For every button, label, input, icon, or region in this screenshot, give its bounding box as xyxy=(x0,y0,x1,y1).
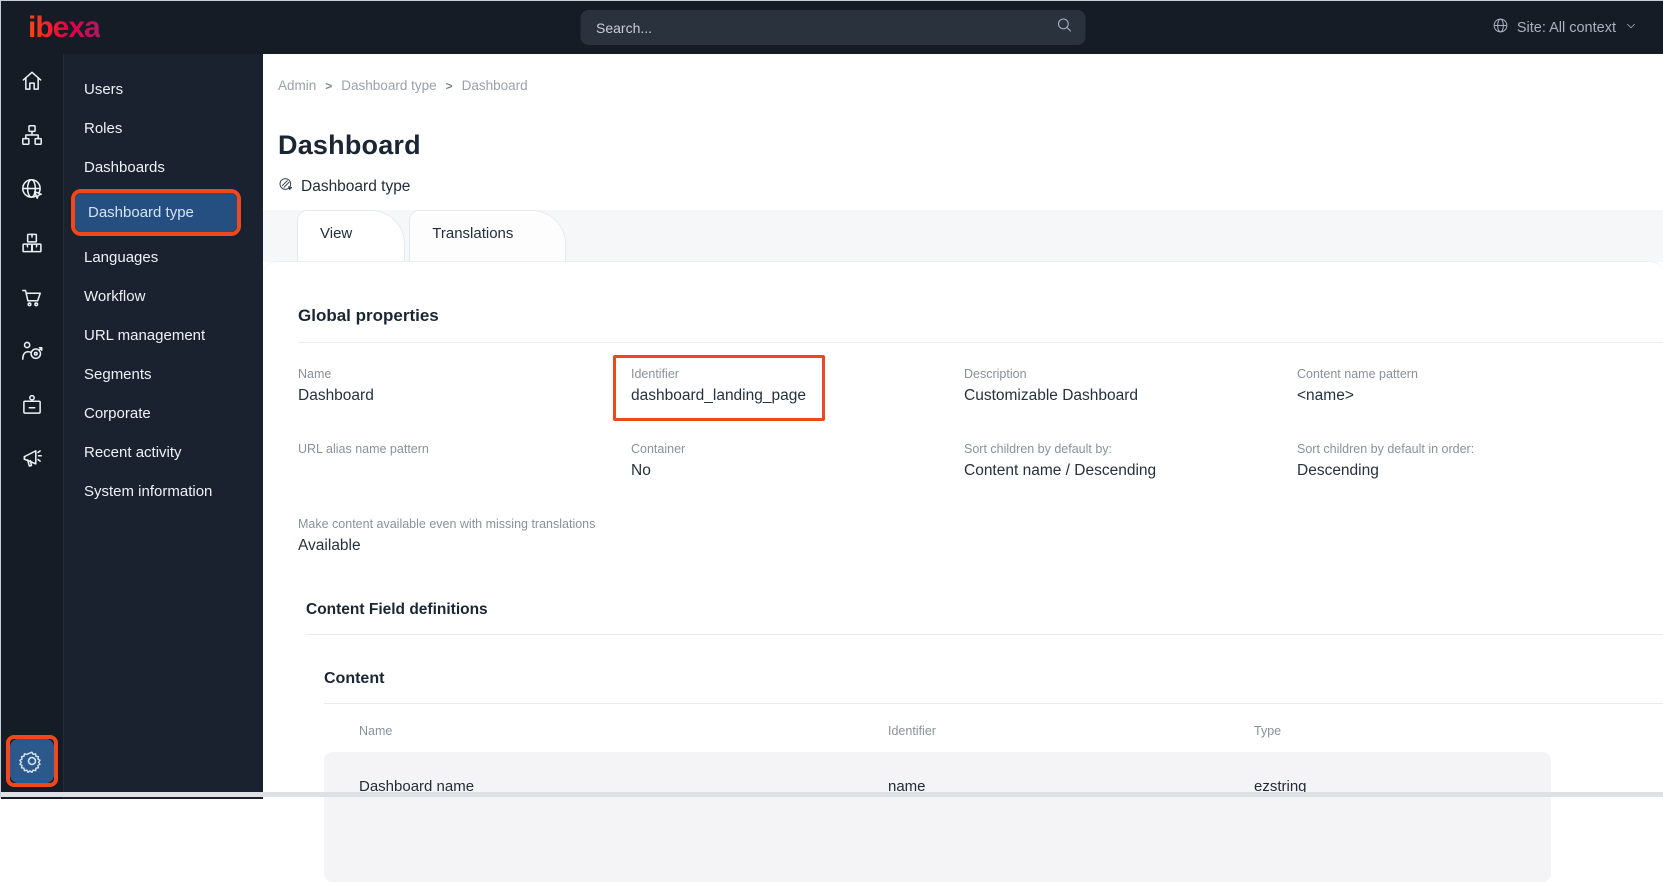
breadcrumb-dashboard: Dashboard xyxy=(461,78,528,93)
sidebar-item-workflow[interactable]: Workflow xyxy=(64,277,263,316)
section-divider xyxy=(298,342,1663,343)
field-container: Container No xyxy=(631,442,686,479)
sidebar-item-dashboard-type[interactable]: Dashboard type xyxy=(75,193,237,232)
sidebar-item-dashboards[interactable]: Dashboards xyxy=(64,148,263,187)
packages-icon xyxy=(19,230,45,256)
rail-item-activity[interactable] xyxy=(1,432,64,486)
sidebar-item-system-information[interactable]: System information xyxy=(64,472,263,511)
ibexa-logo[interactable]: ibexa xyxy=(28,12,101,43)
tab-view[interactable]: View xyxy=(297,210,406,262)
gear-icon xyxy=(19,748,45,774)
person-target-icon xyxy=(19,338,45,364)
breadcrumb: Admin > Dashboard type > Dashboard xyxy=(278,78,528,93)
column-header-name: Name xyxy=(359,724,393,738)
content-tree-icon xyxy=(19,122,45,148)
top-bar: ibexa Site: All context xyxy=(1,1,1663,54)
field-sort-children-by: Sort children by default by: Content nam… xyxy=(964,442,1157,479)
rail-item-commerce[interactable] xyxy=(1,270,64,324)
admin-sidebar: Users Roles Dashboards Dashboard type La… xyxy=(64,54,263,799)
field-sort-children-order: Sort children by default in order: Desce… xyxy=(1297,442,1475,479)
window-bottom-edge xyxy=(1,792,1663,797)
breadcrumb-separator: > xyxy=(445,78,453,93)
page-subtitle: Dashboard type xyxy=(278,176,410,197)
site-context-selector[interactable]: Site: All context xyxy=(1492,1,1638,54)
sidebar-item-languages[interactable]: Languages xyxy=(64,238,263,277)
breadcrumb-separator: > xyxy=(325,78,333,93)
tab-strip: View Translations xyxy=(263,210,1663,262)
main-icon-rail xyxy=(1,54,64,799)
tab-translations[interactable]: Translations xyxy=(409,210,567,262)
field-missing-translations: Make content available even with missing… xyxy=(298,517,596,554)
megaphone-icon xyxy=(19,446,45,472)
rail-item-personalization[interactable] xyxy=(1,324,64,378)
identifier-annotation: Identifier dashboard_landing_page xyxy=(613,355,825,421)
globe-icon xyxy=(1492,17,1509,38)
global-search[interactable] xyxy=(580,10,1085,45)
field-description: Description Customizable Dashboard xyxy=(964,367,1139,404)
global-properties-heading: Global properties xyxy=(298,306,439,325)
site-context-label: Site: All context xyxy=(1516,19,1616,36)
table-header-row: Name Identifier Type xyxy=(324,704,1551,752)
field-url-alias-name-pattern: URL alias name pattern xyxy=(298,442,429,456)
content-field-definitions-heading: Content Field definitions xyxy=(306,601,488,618)
rail-item-site[interactable] xyxy=(1,162,64,216)
main-content: Admin > Dashboard type > Dashboard Dashb… xyxy=(263,54,1663,882)
shopping-cart-icon xyxy=(19,284,45,310)
page-subtitle-label: Dashboard type xyxy=(301,177,411,195)
home-icon xyxy=(19,68,45,94)
page-title: Dashboard xyxy=(278,130,421,160)
search-icon[interactable] xyxy=(1055,16,1073,39)
sidebar-item-segments[interactable]: Segments xyxy=(64,355,263,394)
column-header-type: Type xyxy=(1254,724,1282,738)
id-badge-icon xyxy=(19,392,45,418)
sidebar-item-roles[interactable]: Roles xyxy=(64,109,263,148)
admin-settings-button[interactable] xyxy=(10,739,54,783)
field-content-name-pattern: Content name pattern <name> xyxy=(1297,367,1418,404)
rail-item-product-catalog[interactable] xyxy=(1,216,64,270)
rail-item-customer-portal[interactable] xyxy=(1,378,64,432)
breadcrumb-dashboard-type[interactable]: Dashboard type xyxy=(341,78,436,93)
section-divider xyxy=(306,634,1663,635)
chevron-down-icon xyxy=(1624,19,1638,37)
site-globe-icon xyxy=(19,176,45,202)
breadcrumb-admin[interactable]: Admin xyxy=(278,78,316,93)
global-properties-grid: Name Dashboard Identifier dashboard_land… xyxy=(298,355,1663,555)
sidebar-item-url-management[interactable]: URL management xyxy=(64,316,263,355)
content-group-heading: Content xyxy=(324,670,385,687)
rail-item-dashboard-home[interactable] xyxy=(1,54,64,108)
search-input[interactable] xyxy=(596,19,1055,36)
view-tab-panel: Global properties Name Dashboard Identif… xyxy=(263,261,1663,882)
sidebar-item-recent-activity[interactable]: Recent activity xyxy=(64,433,263,472)
sidebar-item-corporate[interactable]: Corporate xyxy=(64,394,263,433)
sidebar-item-users[interactable]: Users xyxy=(64,70,263,109)
dashboard-type-annotation: Dashboard type xyxy=(71,189,241,236)
field-identifier: Identifier dashboard_landing_page xyxy=(613,355,964,421)
column-header-identifier: Identifier xyxy=(888,724,936,738)
admin-settings-annotation[interactable] xyxy=(6,735,58,787)
field-name: Name Dashboard xyxy=(298,367,374,404)
content-type-icon xyxy=(278,176,294,197)
table-row[interactable]: Dashboard name name ezstring xyxy=(324,752,1551,882)
rail-item-content-structure[interactable] xyxy=(1,108,64,162)
